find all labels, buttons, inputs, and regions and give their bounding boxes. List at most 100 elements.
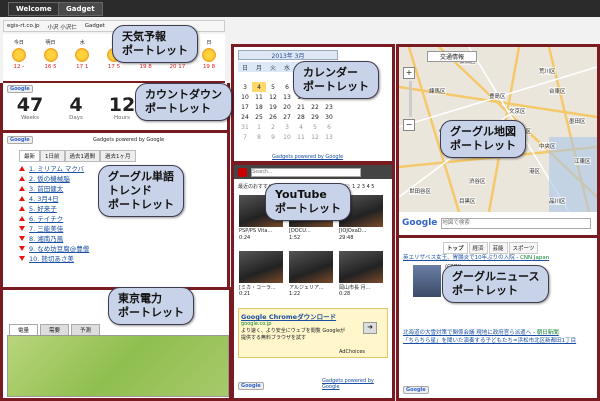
calendar-day[interactable]: 27: [280, 112, 294, 122]
calendar-day[interactable]: 31: [238, 122, 252, 132]
calendar-day[interactable]: [280, 72, 294, 82]
video-title[interactable]: PSP/PS Vita...: [239, 228, 285, 234]
calendar-day[interactable]: 12: [308, 132, 322, 142]
zoom-out-icon[interactable]: −: [403, 119, 415, 131]
news-tab[interactable]: スポーツ: [508, 242, 539, 254]
news-headline[interactable]: 英エリザベス女王、胃腸炎で10年ぶりの入院 - CNN Japan: [403, 254, 593, 263]
calendar-day[interactable]: 22: [308, 102, 322, 112]
list-item[interactable]: 6. テイチク: [19, 213, 89, 223]
calendar-day[interactable]: 5: [266, 82, 280, 92]
trend-link[interactable]: 8. 湘南乃風: [29, 233, 63, 243]
calendar-day[interactable]: 9: [266, 132, 280, 142]
trend-link[interactable]: 4. 3月4日: [29, 193, 59, 203]
ad-choices[interactable]: AdChoices: [339, 349, 365, 355]
video-title[interactable]: [ミカ・コーラ...: [239, 284, 285, 291]
news-tab[interactable]: トップ: [443, 242, 468, 254]
trend-tab[interactable]: 過去1週間: [64, 150, 101, 162]
trend-tab[interactable]: 最新: [19, 150, 41, 162]
breadcrumb-page[interactable]: Gadget: [85, 23, 105, 29]
calendar-day[interactable]: 8: [252, 132, 266, 142]
calendar-day[interactable]: 19: [266, 102, 280, 112]
google-button[interactable]: Google: [7, 136, 33, 144]
calendar-day[interactable]: 4: [294, 122, 308, 132]
trend-link[interactable]: 7. 三能美佳: [29, 223, 63, 233]
calendar-day[interactable]: 21: [294, 102, 308, 112]
calendar-day[interactable]: 4: [252, 82, 266, 92]
calendar-day[interactable]: 11: [252, 92, 266, 102]
list-item[interactable]: 8. 湘南乃風: [19, 233, 89, 243]
list-item[interactable]: 4. 3月4日: [19, 193, 89, 203]
calendar-day[interactable]: 25: [252, 112, 266, 122]
calendar-day[interactable]: 10: [280, 132, 294, 142]
calendar-day[interactable]: 11: [294, 132, 308, 142]
gadgets-footer[interactable]: Gadgets powered by Google: [322, 378, 392, 390]
trend-link[interactable]: 5. 好来子: [29, 203, 57, 213]
trend-link[interactable]: 6. テイチク: [29, 213, 63, 223]
tab-welcome[interactable]: Welcome: [8, 2, 60, 16]
gadgets-footer[interactable]: Gadgets powered by Google: [93, 137, 164, 143]
list-item[interactable]: 7. 三能美佳: [19, 223, 89, 233]
list-item[interactable]: 2. 仮の機械脳: [19, 173, 89, 183]
calendar-day[interactable]: 5: [308, 122, 322, 132]
trend-tab[interactable]: 過去1ヶ月: [100, 150, 136, 162]
calendar-day[interactable]: 7: [238, 132, 252, 142]
calendar-day[interactable]: 12: [266, 92, 280, 102]
calendar-day[interactable]: 6: [322, 122, 336, 132]
calendar-day[interactable]: 23: [322, 102, 336, 112]
calendar-day[interactable]: [238, 72, 252, 82]
calendar-day[interactable]: 24: [238, 112, 252, 122]
calendar-day[interactable]: 1: [252, 122, 266, 132]
calendar-day[interactable]: 13: [280, 92, 294, 102]
trend-link[interactable]: 10. 熊切あさ美: [29, 253, 74, 263]
video-title[interactable]: アルジェリア...: [289, 284, 335, 291]
calendar-day[interactable]: 2: [266, 122, 280, 132]
calendar-day[interactable]: 26: [266, 112, 280, 122]
tab-gadget[interactable]: Gadget: [58, 2, 103, 16]
ad-box[interactable]: Google Chromeダウンロード google.co.jp より速く、より…: [238, 308, 388, 358]
calendar-day[interactable]: 29: [308, 112, 322, 122]
ad-title[interactable]: Google Chromeダウンロード: [241, 311, 385, 321]
calendar-day[interactable]: 30: [322, 112, 336, 122]
google-button[interactable]: Google: [238, 382, 264, 390]
video-title[interactable]: [DOCU...: [289, 228, 335, 234]
gadgets-footer[interactable]: Gadgets powered by Google: [272, 154, 343, 160]
trend-tab[interactable]: 1日前: [40, 150, 65, 162]
video-thumbnail[interactable]: [239, 251, 283, 283]
calendar-day[interactable]: 3: [280, 122, 294, 132]
list-item[interactable]: 1. ミリアム マクバ: [19, 163, 89, 173]
trend-link[interactable]: 2. 仮の機械脳: [29, 173, 70, 183]
video-title[interactable]: [IOJOxaD...: [339, 228, 385, 234]
ad-arrow-icon[interactable]: ➜: [363, 322, 377, 334]
calendar-day[interactable]: 3: [238, 82, 252, 92]
calendar-day[interactable]: 20: [280, 102, 294, 112]
map-search-input[interactable]: [441, 217, 592, 229]
list-item[interactable]: 3. 前田健太: [19, 183, 89, 193]
trend-link[interactable]: 3. 前田健太: [29, 183, 63, 193]
breadcrumb-domain[interactable]: egis-rt.co.jp: [7, 23, 39, 29]
youtube-search-input[interactable]: [251, 167, 361, 177]
news-tab[interactable]: 芸能: [488, 242, 508, 254]
list-item[interactable]: 9. なめ坊豆腐@豊僧: [19, 243, 89, 253]
news-headline[interactable]: 北海道の大雪対策で関係会議 現地に政府官ら派遣へ - 朝日新聞: [403, 329, 593, 338]
traffic-button[interactable]: 交通情報: [427, 51, 477, 62]
zoom-control[interactable]: + −: [403, 67, 417, 131]
news-headline[interactable]: 「ちらちら星」を聞いた演奏する子どもたち=浜松市北区新都田1丁目: [403, 337, 593, 346]
calendar-day[interactable]: [266, 72, 280, 82]
video-title[interactable]: 岡山市長 月...: [339, 284, 385, 291]
calendar-day[interactable]: 28: [294, 112, 308, 122]
video-thumbnail[interactable]: [339, 251, 383, 283]
trend-link[interactable]: 1. ミリアム マクバ: [29, 163, 84, 173]
list-item[interactable]: 5. 好来子: [19, 203, 89, 213]
trend-link[interactable]: 9. なめ坊豆腐@豊僧: [29, 243, 89, 253]
google-button[interactable]: Google: [7, 85, 33, 93]
calendar-day[interactable]: [252, 72, 266, 82]
list-item[interactable]: 10. 熊切あさ美: [19, 253, 89, 263]
calendar-day[interactable]: 10: [238, 92, 252, 102]
calendar-day[interactable]: 17: [238, 102, 252, 112]
calendar-day[interactable]: 18: [252, 102, 266, 112]
news-tab[interactable]: 経済: [468, 242, 488, 254]
calendar-day[interactable]: 6: [280, 82, 294, 92]
breadcrumb-user[interactable]: 小沢 小沢仁: [47, 23, 76, 31]
zoom-in-icon[interactable]: +: [403, 67, 415, 79]
calendar-day[interactable]: 13: [322, 132, 336, 142]
